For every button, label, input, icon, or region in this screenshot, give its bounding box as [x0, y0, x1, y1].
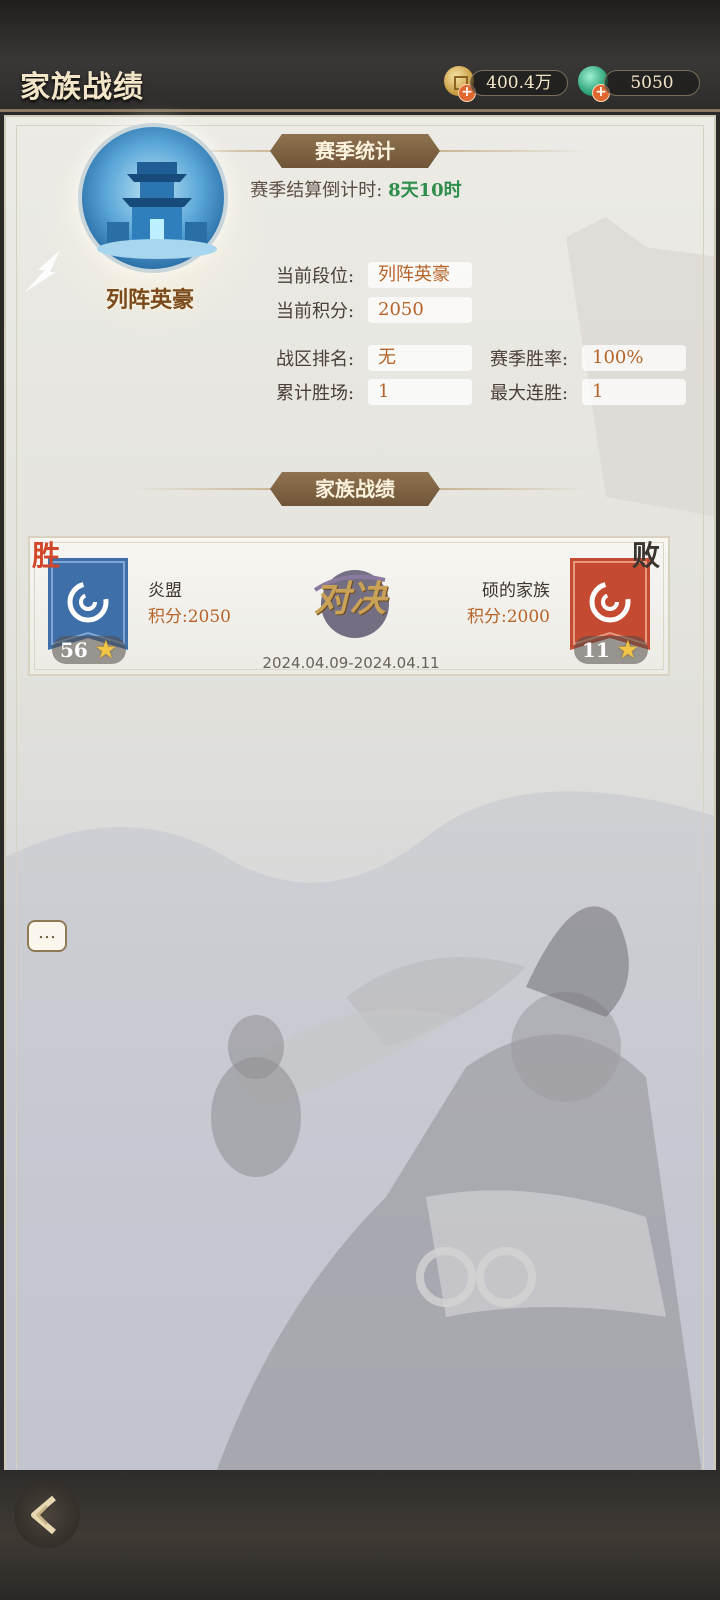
- page-title: 家族战绩: [20, 70, 144, 105]
- back-button[interactable]: [14, 1482, 80, 1548]
- chat-bubble-icon[interactable]: …: [27, 920, 67, 952]
- stat-label-tier: 当前段位:: [276, 266, 355, 287]
- stat-value-winrate: 100%: [582, 345, 686, 371]
- left-family-name: 炎盟: [148, 581, 182, 601]
- stat-label-ranking: 战区排名:: [276, 349, 355, 370]
- rank-name: 列阵英豪: [105, 287, 194, 313]
- stat-label-winrate: 赛季胜率:: [490, 349, 569, 370]
- vs-label: 对决: [313, 578, 386, 620]
- right-family-name: 硕的家族: [482, 581, 550, 601]
- sparkle-arrow-icon: [25, 250, 60, 292]
- jade-amount: 5050: [604, 70, 700, 96]
- stat-value-total-wins: 1: [368, 379, 472, 405]
- battle-date: 2024.04.09-2024.04.11: [262, 654, 440, 672]
- lose-mark: 败: [632, 539, 661, 572]
- stat-label-score: 当前积分:: [276, 301, 355, 322]
- rank-medal-icon[interactable]: [78, 123, 228, 273]
- bottom-bar: [0, 1470, 720, 1600]
- countdown-value: 8天10时: [388, 180, 462, 201]
- stat-value-max-streak: 1: [582, 379, 686, 405]
- tower-icon: [97, 162, 217, 259]
- family-records-title: 家族战绩: [270, 472, 440, 506]
- stat-label-total-wins: 累计胜场:: [276, 383, 355, 404]
- stat-value-tier: 列阵英豪: [368, 262, 472, 288]
- battle-record-card[interactable]: 胜 56 ★ 炎盟 积分:2050 对决 硕的家族 积分:2000 败 11 ★…: [28, 536, 670, 676]
- stat-value-score: 2050: [368, 297, 472, 323]
- stat-label-max-streak: 最大连胜:: [490, 383, 569, 404]
- left-family-score: 积分:2050: [148, 607, 231, 627]
- back-arrow-icon: [31, 1495, 56, 1535]
- coin-amount: 400.4万: [470, 70, 568, 96]
- season-stats-title: 赛季统计: [270, 134, 440, 168]
- win-mark: 胜: [32, 539, 61, 572]
- countdown-label: 赛季结算倒计时:: [250, 180, 383, 201]
- right-family-score: 积分:2000: [467, 607, 550, 627]
- stat-value-ranking: 无: [368, 345, 472, 371]
